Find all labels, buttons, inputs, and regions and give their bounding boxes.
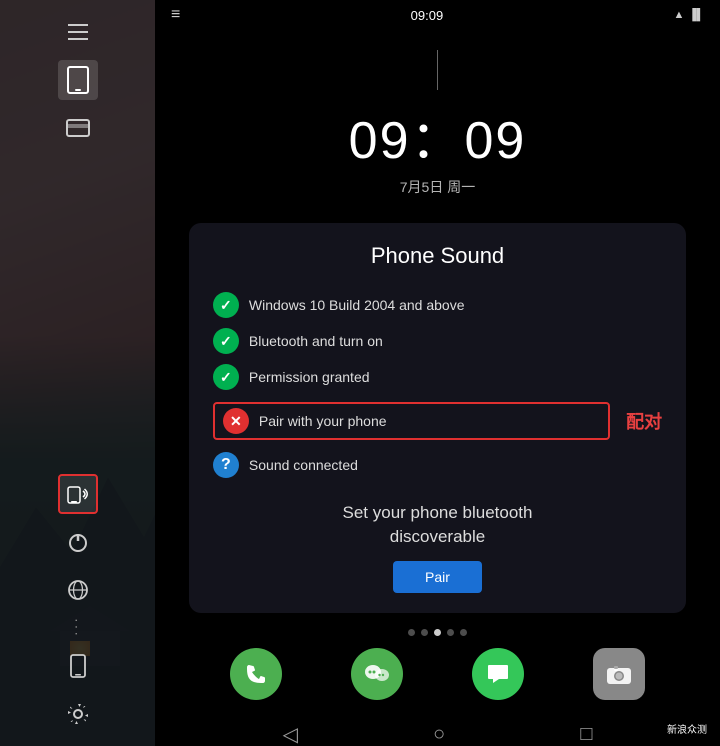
watermark: 新浪众测 xyxy=(662,719,712,738)
wifi-icon: ▲ xyxy=(674,9,685,21)
pagination-dots xyxy=(408,629,467,636)
wechat-app-icon[interactable] xyxy=(351,648,403,700)
phone-app-icon[interactable] xyxy=(230,648,282,700)
messages-app-icon[interactable] xyxy=(472,648,524,700)
sidebar: ··· xyxy=(0,0,155,746)
check-item-bluetooth: ✓ Bluetooth and turn on xyxy=(213,323,662,359)
check-icon-windows: ✓ xyxy=(213,292,239,318)
check-label-permission: Permission granted xyxy=(249,369,370,385)
home-button[interactable]: ○ xyxy=(433,723,445,746)
check-item-permission: ✓ Permission granted xyxy=(213,359,662,395)
check-label-pair: Pair with your phone xyxy=(259,413,387,429)
clock-time: 09：09 xyxy=(349,98,527,173)
status-bar-time: 09:09 xyxy=(411,8,444,23)
pair-item-row: ✕ Pair with your phone 配对 xyxy=(213,402,662,440)
clock-section: 09：09 7月5日 周一 xyxy=(155,30,720,207)
check-label-sound: Sound connected xyxy=(249,457,358,473)
dot-1 xyxy=(408,629,415,636)
sidebar-globe-icon[interactable] xyxy=(58,570,98,610)
sidebar-gear-icon[interactable] xyxy=(58,694,98,734)
pair-item-box: ✕ Pair with your phone xyxy=(213,402,610,440)
phone-sound-card: Phone Sound ✓ Windows 10 Build 2004 and … xyxy=(189,223,686,613)
check-item-windows: ✓ Windows 10 Build 2004 and above xyxy=(213,287,662,323)
set-phone-text: Set your phone bluetoothdiscoverable xyxy=(213,501,662,549)
dot-3 xyxy=(434,629,441,636)
phone-sound-title: Phone Sound xyxy=(213,243,662,269)
check-label-bluetooth: Bluetooth and turn on xyxy=(249,333,383,349)
sidebar-tablet-icon[interactable] xyxy=(58,60,98,100)
sidebar-hamburger-menu[interactable] xyxy=(58,12,98,52)
sidebar-power-icon[interactable] xyxy=(58,522,98,562)
check-list: ✓ Windows 10 Build 2004 and above ✓ Blue… xyxy=(213,287,662,483)
sidebar-dots: ··· xyxy=(70,618,86,638)
sidebar-phone-icon[interactable] xyxy=(58,646,98,686)
status-bar-menu: ≡ xyxy=(171,6,180,24)
battery-icon: ▐▌ xyxy=(688,9,704,21)
phone-frame: ≡ 09:09 ▲ ▐▌ 09：09 7月5日 周一 Phone Sound ✓… xyxy=(155,0,720,746)
pair-button[interactable]: Pair xyxy=(393,561,482,593)
check-icon-bluetooth: ✓ xyxy=(213,328,239,354)
clock-line-decoration xyxy=(437,50,438,90)
check-item-pair: ✕ Pair with your phone 配对 xyxy=(213,395,662,447)
recent-button[interactable]: □ xyxy=(580,723,592,746)
check-icon-pair: ✕ xyxy=(223,408,249,434)
pair-chinese-label: 配对 xyxy=(626,408,662,434)
camera-app-icon[interactable] xyxy=(593,648,645,700)
status-bar: ≡ 09:09 ▲ ▐▌ xyxy=(155,0,720,30)
sidebar-phone-link-icon[interactable] xyxy=(58,474,98,514)
phone-content: 09：09 7月5日 周一 Phone Sound ✓ Windows 10 B… xyxy=(155,30,720,746)
check-label-windows: Windows 10 Build 2004 and above xyxy=(249,297,465,313)
check-item-sound: ? Sound connected xyxy=(213,447,662,483)
set-phone-section: Set your phone bluetoothdiscoverable Pai… xyxy=(213,501,662,593)
dot-2 xyxy=(421,629,428,636)
check-icon-permission: ✓ xyxy=(213,364,239,390)
check-icon-sound: ? xyxy=(213,452,239,478)
dot-5 xyxy=(460,629,467,636)
clock-date: 7月5日 周一 xyxy=(400,177,475,197)
bottom-apps-bar xyxy=(155,636,720,712)
nav-bar: ◁ ○ □ xyxy=(155,712,720,746)
back-button[interactable]: ◁ xyxy=(283,722,298,746)
dot-4 xyxy=(447,629,454,636)
status-bar-icons: ▲ ▐▌ xyxy=(674,9,704,21)
sidebar-card-icon[interactable] xyxy=(58,108,98,148)
